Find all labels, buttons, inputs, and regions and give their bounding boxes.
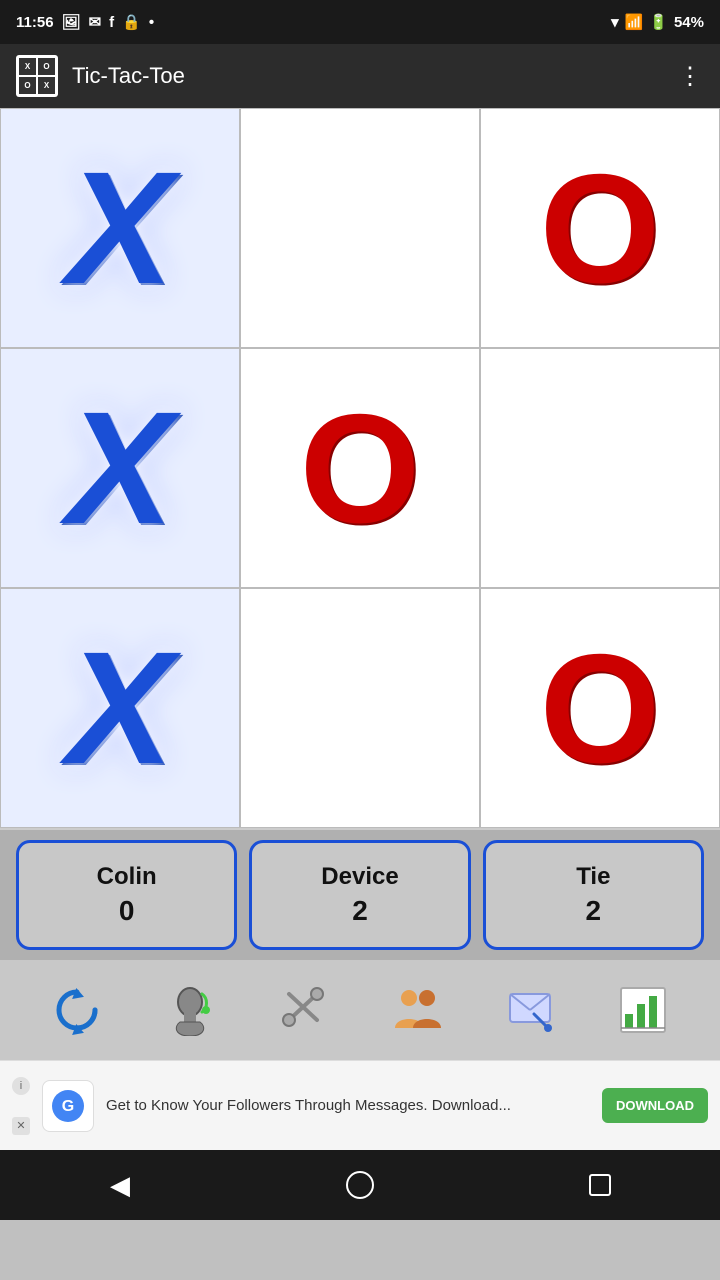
- message-icon: [504, 984, 556, 1036]
- signal-icon: 📶: [625, 13, 644, 31]
- sound-icon: [164, 984, 216, 1036]
- back-icon: ◀: [110, 1170, 130, 1201]
- cell-0-1[interactable]: [240, 108, 480, 348]
- restart-button[interactable]: [41, 974, 113, 1046]
- cell-0-2[interactable]: O: [480, 108, 720, 348]
- tie-name: Tie: [576, 863, 610, 891]
- chart-button[interactable]: [607, 974, 679, 1046]
- player2-name: Device: [321, 863, 398, 891]
- chart-icon: [617, 984, 669, 1036]
- score-box-player1[interactable]: Colin 0: [16, 840, 237, 950]
- cell-2-2[interactable]: O: [480, 588, 720, 828]
- app-title: Tic-Tac-Toe: [72, 63, 664, 89]
- app-icon: XOOX: [16, 55, 58, 97]
- x-mark: X: [67, 628, 174, 788]
- message-button[interactable]: [494, 974, 566, 1046]
- ad-text: Get to Know Your Followers Through Messa…: [106, 1095, 590, 1116]
- svg-text:G: G: [62, 1098, 74, 1115]
- sound-button[interactable]: [154, 974, 226, 1046]
- ad-download-button[interactable]: DOWNLOAD: [602, 1088, 708, 1123]
- app-bar: XOOX Tic-Tac-Toe ⋮: [0, 44, 720, 108]
- cell-2-1[interactable]: [240, 588, 480, 828]
- score-box-tie[interactable]: Tie 2: [483, 840, 704, 950]
- o-mark: O: [540, 631, 661, 786]
- o-mark: O: [300, 391, 421, 546]
- o-mark: O: [540, 151, 661, 306]
- facebook-icon: f: [109, 14, 114, 31]
- status-left: 11:56 🖼 ✉ f 🔒 •: [16, 13, 154, 31]
- toolbar: [0, 960, 720, 1060]
- nav-home-button[interactable]: [335, 1160, 385, 1210]
- score-box-player2[interactable]: Device 2: [249, 840, 470, 950]
- tie-score: 2: [586, 895, 602, 927]
- image-icon: 🖼: [62, 13, 81, 31]
- status-right: ▾ 📶 🔋 54%: [611, 13, 704, 31]
- mail-icon: ✉: [89, 13, 102, 31]
- dot-icon: •: [149, 14, 154, 31]
- ad-banner: i ✕ G Get to Know Your Followers Through…: [0, 1060, 720, 1150]
- player1-name: Colin: [97, 863, 157, 891]
- player2-score: 2: [352, 895, 368, 927]
- overflow-menu-button[interactable]: ⋮: [678, 62, 704, 91]
- player1-score: 0: [119, 895, 135, 927]
- players-button[interactable]: [381, 974, 453, 1046]
- status-time: 11:56: [16, 14, 54, 31]
- nav-recents-button[interactable]: [575, 1160, 625, 1210]
- x-mark: X: [67, 148, 174, 308]
- nav-bar: ◀: [0, 1150, 720, 1220]
- status-bar: 11:56 🖼 ✉ f 🔒 • ▾ 📶 🔋 54%: [0, 0, 720, 44]
- battery-percent: 54%: [674, 14, 704, 31]
- nav-back-button[interactable]: ◀: [95, 1160, 145, 1210]
- cell-1-0[interactable]: X: [0, 348, 240, 588]
- battery-icon: 🔋: [649, 13, 668, 31]
- wifi-icon: ▾: [611, 13, 619, 31]
- scoreboard: Colin 0 Device 2 Tie 2: [0, 830, 720, 960]
- restart-icon: [51, 984, 103, 1036]
- x-mark: X: [67, 388, 174, 548]
- cell-0-0[interactable]: X: [0, 108, 240, 348]
- cell-2-0[interactable]: X: [0, 588, 240, 828]
- cell-1-1[interactable]: O: [240, 348, 480, 588]
- players-icon: [391, 984, 443, 1036]
- lock-icon: 🔒: [122, 13, 141, 31]
- cell-1-2[interactable]: [480, 348, 720, 588]
- home-icon: [346, 1171, 374, 1199]
- recents-icon: [589, 1174, 611, 1196]
- ad-logo: G: [42, 1080, 94, 1132]
- ad-close-button[interactable]: ✕: [12, 1117, 30, 1135]
- settings-button[interactable]: [267, 974, 339, 1046]
- game-board: X O X O X O: [0, 108, 720, 830]
- settings-icon: [277, 984, 329, 1036]
- ad-info-button[interactable]: i: [12, 1077, 30, 1095]
